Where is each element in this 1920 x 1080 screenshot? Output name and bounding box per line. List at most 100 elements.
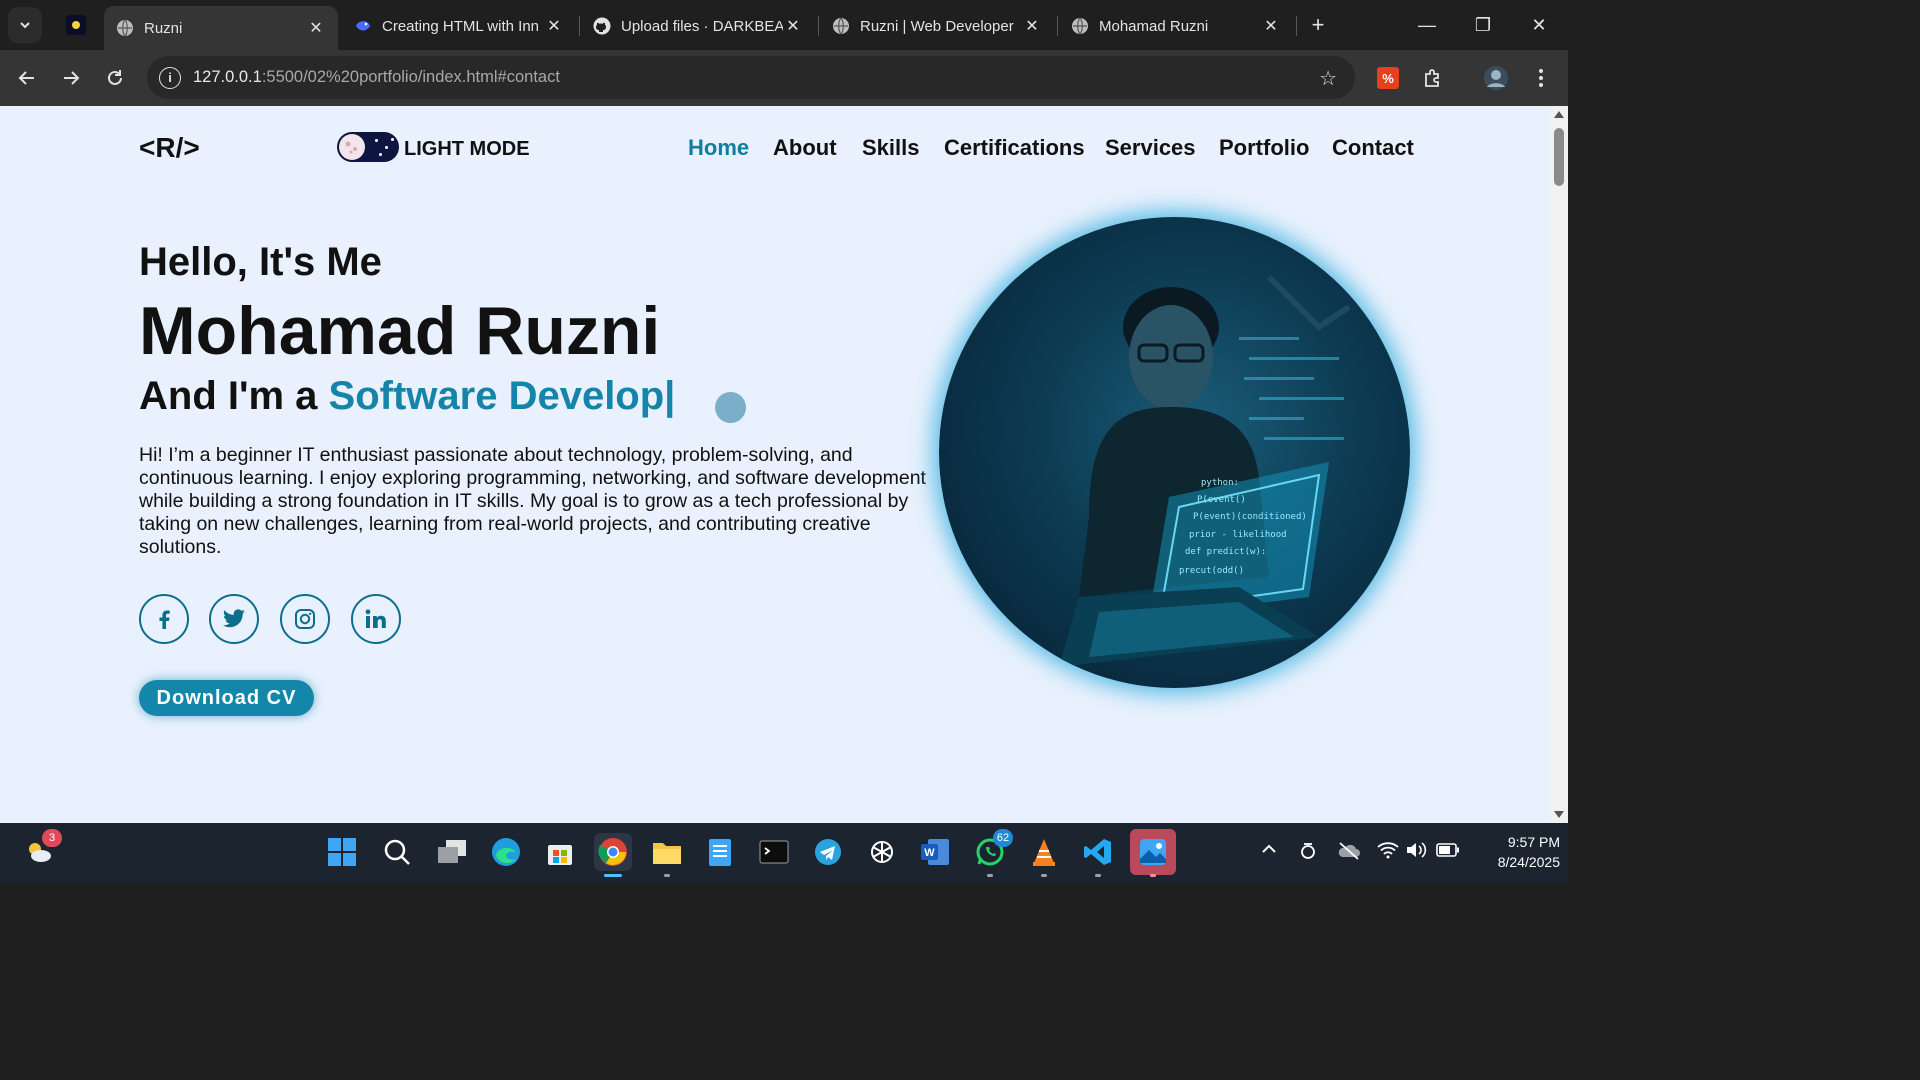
search-icon <box>384 839 410 865</box>
whatsapp-button[interactable]: 62 <box>971 829 1013 877</box>
tab-title: Ruzni <box>144 19 183 37</box>
page-scrollbar[interactable] <box>1550 106 1568 823</box>
download-cv-button[interactable]: Download CV <box>139 680 314 716</box>
tab-ruzni-web-developer[interactable]: Ruzni | Web Developer ✕ <box>820 6 1054 46</box>
chevron-up-icon[interactable] <box>1261 841 1277 862</box>
twitter-icon <box>223 609 245 628</box>
site-info-icon[interactable]: i <box>159 66 181 89</box>
tab-separator <box>1296 16 1297 36</box>
theme-toggle[interactable] <box>337 132 399 162</box>
tab-separator <box>818 16 819 36</box>
task-view-button[interactable] <box>433 833 471 871</box>
back-button[interactable] <box>11 62 43 94</box>
store-icon <box>548 845 572 865</box>
volume-icon[interactable] <box>1405 841 1427 864</box>
notepad-button[interactable] <box>701 833 739 871</box>
tab-title: Ruzni | Web Developer <box>860 17 1014 35</box>
restore-button[interactable]: ❐ <box>1466 8 1500 42</box>
tab-upload-files[interactable]: Upload files · DARKBEA ✕ <box>581 6 815 46</box>
vscode-button[interactable] <box>1079 833 1117 877</box>
deepseek-icon <box>354 17 372 35</box>
close-window-button[interactable]: ✕ <box>1522 8 1556 42</box>
nav-certifications[interactable]: Certifications <box>944 135 1085 161</box>
telegram-button[interactable] <box>809 833 847 871</box>
facebook-icon <box>159 610 170 629</box>
tab-ruzni[interactable]: Ruzni ✕ <box>104 6 338 50</box>
weather-widget[interactable]: 3 <box>20 829 62 871</box>
onedrive-sync-icon[interactable] <box>1298 841 1318 866</box>
extension-button[interactable]: % <box>1372 62 1404 94</box>
edge-icon <box>492 838 520 866</box>
nav-home[interactable]: Home <box>688 135 749 161</box>
close-tab-icon[interactable]: ✕ <box>1022 16 1042 36</box>
file-explorer-button[interactable] <box>648 833 686 877</box>
svg-text:python:: python: <box>1201 478 1239 488</box>
bookmark-star-icon[interactable]: ☆ <box>1319 66 1337 91</box>
reload-button[interactable] <box>99 62 131 94</box>
terminal-icon <box>759 840 789 864</box>
system-clock[interactable]: 9:57 PM 8/24/2025 <box>1460 832 1560 872</box>
url-text[interactable]: 127.0.0.1:5500/02%20portfolio/index.html… <box>193 68 560 87</box>
cloud-offline-icon[interactable] <box>1337 841 1361 866</box>
vscode-icon <box>1084 839 1111 865</box>
new-tab-button[interactable]: + <box>1305 12 1331 38</box>
hero-greeting: Hello, It's Me <box>139 240 382 284</box>
scrollbar-thumb[interactable] <box>1554 128 1564 186</box>
close-tab-icon[interactable]: ✕ <box>1261 16 1281 36</box>
whatsapp-badge: 62 <box>993 829 1013 847</box>
photos-icon <box>1140 839 1166 865</box>
instagram-link[interactable] <box>280 594 330 644</box>
edge-button[interactable] <box>487 833 525 871</box>
tab-separator <box>1057 16 1058 36</box>
linkedin-link[interactable] <box>351 594 401 644</box>
tab-search-button[interactable] <box>8 7 42 43</box>
terminal-button[interactable] <box>755 833 793 871</box>
close-tab-icon[interactable]: ✕ <box>544 16 564 36</box>
close-tab-icon[interactable]: ✕ <box>783 16 803 36</box>
nav-services[interactable]: Services <box>1105 135 1196 161</box>
svg-text:P(event(): P(event() <box>1197 495 1246 505</box>
photos-button[interactable] <box>1130 829 1176 877</box>
scroll-up-arrow-icon[interactable] <box>1554 111 1564 118</box>
word-icon: W <box>921 839 949 865</box>
chatgpt-button[interactable] <box>863 833 901 871</box>
tab-strip: Ruzni ✕ Creating HTML with Inn ✕ Upload … <box>0 0 1568 50</box>
wifi-icon[interactable] <box>1377 841 1399 864</box>
extensions-menu-button[interactable] <box>1416 62 1448 94</box>
linkedin-icon <box>365 609 386 628</box>
start-button[interactable] <box>323 833 361 871</box>
tab-mohamad-ruzni[interactable]: Mohamad Ruzni ✕ <box>1059 6 1293 46</box>
vlc-button[interactable] <box>1025 833 1063 877</box>
nav-about[interactable]: About <box>773 135 837 161</box>
tab-creating-html[interactable]: Creating HTML with Inn ✕ <box>342 6 576 46</box>
moon-icon <box>339 134 365 160</box>
scroll-down-arrow-icon[interactable] <box>1554 811 1564 818</box>
pinned-tab[interactable] <box>58 9 94 41</box>
store-button[interactable] <box>541 833 579 871</box>
forward-button[interactable] <box>55 62 87 94</box>
hero-profile-image: python: P(event() P(event)(conditioned) … <box>939 217 1410 688</box>
chrome-button[interactable] <box>594 833 632 877</box>
nav-skills[interactable]: Skills <box>862 135 919 161</box>
arrow-right-icon <box>64 71 80 85</box>
custom-cursor <box>715 392 746 423</box>
tab-title: Mohamad Ruzni <box>1099 17 1209 35</box>
star-dot <box>375 139 378 142</box>
nav-contact[interactable]: Contact <box>1332 135 1414 161</box>
twitter-link[interactable] <box>209 594 259 644</box>
hero-role: And I'm a Software Develop| <box>139 374 675 419</box>
weather-badge: 3 <box>42 829 62 847</box>
word-button[interactable]: W <box>916 833 954 871</box>
browser-menu-button[interactable] <box>1525 62 1557 94</box>
site-logo[interactable]: <R/> <box>139 132 200 164</box>
facebook-link[interactable] <box>139 594 189 644</box>
hero-name: Mohamad Ruzni <box>139 293 661 369</box>
minimize-button[interactable]: — <box>1410 8 1444 42</box>
nav-portfolio[interactable]: Portfolio <box>1219 135 1309 161</box>
search-button[interactable] <box>378 833 416 871</box>
tab-separator <box>579 16 580 36</box>
close-tab-icon[interactable]: ✕ <box>306 18 326 38</box>
address-bar[interactable]: i 127.0.0.1:5500/02%20portfolio/index.ht… <box>147 56 1355 99</box>
battery-icon[interactable] <box>1436 841 1460 862</box>
profile-button[interactable] <box>1480 62 1512 94</box>
